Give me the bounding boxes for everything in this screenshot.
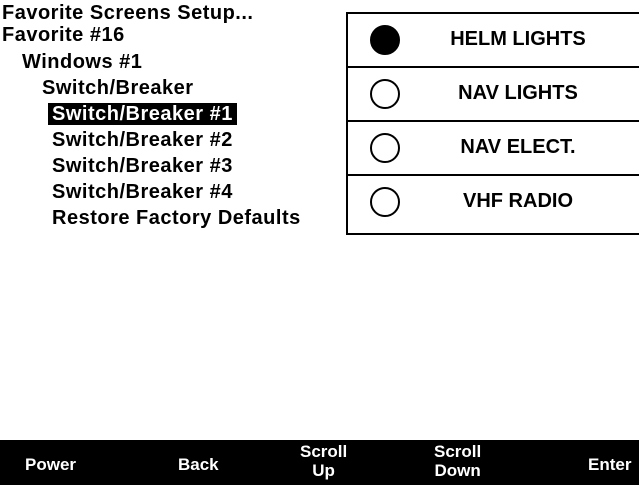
radio-filled-icon [370,25,400,55]
enter-softkey[interactable]: Enter [588,455,631,474]
switch-row-nav-elect[interactable]: NAV ELECT. [348,122,639,176]
power-softkey[interactable]: Power [25,455,76,474]
switch-row-nav-lights[interactable]: NAV LIGHTS [348,68,639,122]
back-softkey[interactable]: Back [178,455,219,474]
radio-empty-icon [370,133,400,163]
scroll-down-label-line1: Scroll [434,442,482,461]
switch-row-vhf-radio[interactable]: VHF RADIO [348,176,639,230]
scroll-down-label-line2: Down [434,461,481,480]
selected-highlight: Switch/Breaker #1 [48,103,237,125]
scroll-up-softkey[interactable]: Scroll Up [300,442,347,480]
menu-item-switch-breaker-3[interactable]: Switch/Breaker #3 [52,153,233,179]
switch-label: VHF RADIO [463,190,573,212]
radio-empty-icon [370,187,400,217]
menu-item-switch-breaker-1[interactable]: Switch/Breaker #1 [48,101,237,127]
menu-item-favorite[interactable]: Favorite #16 [2,22,125,48]
menu-item-switch-breaker-4[interactable]: Switch/Breaker #4 [52,179,233,205]
scroll-up-label-line2: Up [312,461,335,480]
switch-preview-panel: HELM LIGHTS NAV LIGHTS NAV ELECT. VHF RA… [346,12,639,235]
menu-item-windows[interactable]: Windows #1 [22,49,142,75]
scroll-up-label-line1: Scroll [300,442,348,461]
switch-label: NAV LIGHTS [458,82,578,104]
radio-empty-icon [370,79,400,109]
switch-label: HELM LIGHTS [450,28,586,50]
menu-item-switch-breaker-2[interactable]: Switch/Breaker #2 [52,127,233,153]
scroll-down-softkey[interactable]: Scroll Down [434,442,481,480]
switch-row-helm-lights[interactable]: HELM LIGHTS [348,14,639,68]
switch-label: NAV ELECT. [460,136,576,158]
softkey-bar: Power Back Scroll Up Scroll Down Enter [0,440,639,485]
menu-item-restore-defaults[interactable]: Restore Factory Defaults [52,205,301,231]
menu-item-switch-breaker[interactable]: Switch/Breaker [42,75,194,101]
